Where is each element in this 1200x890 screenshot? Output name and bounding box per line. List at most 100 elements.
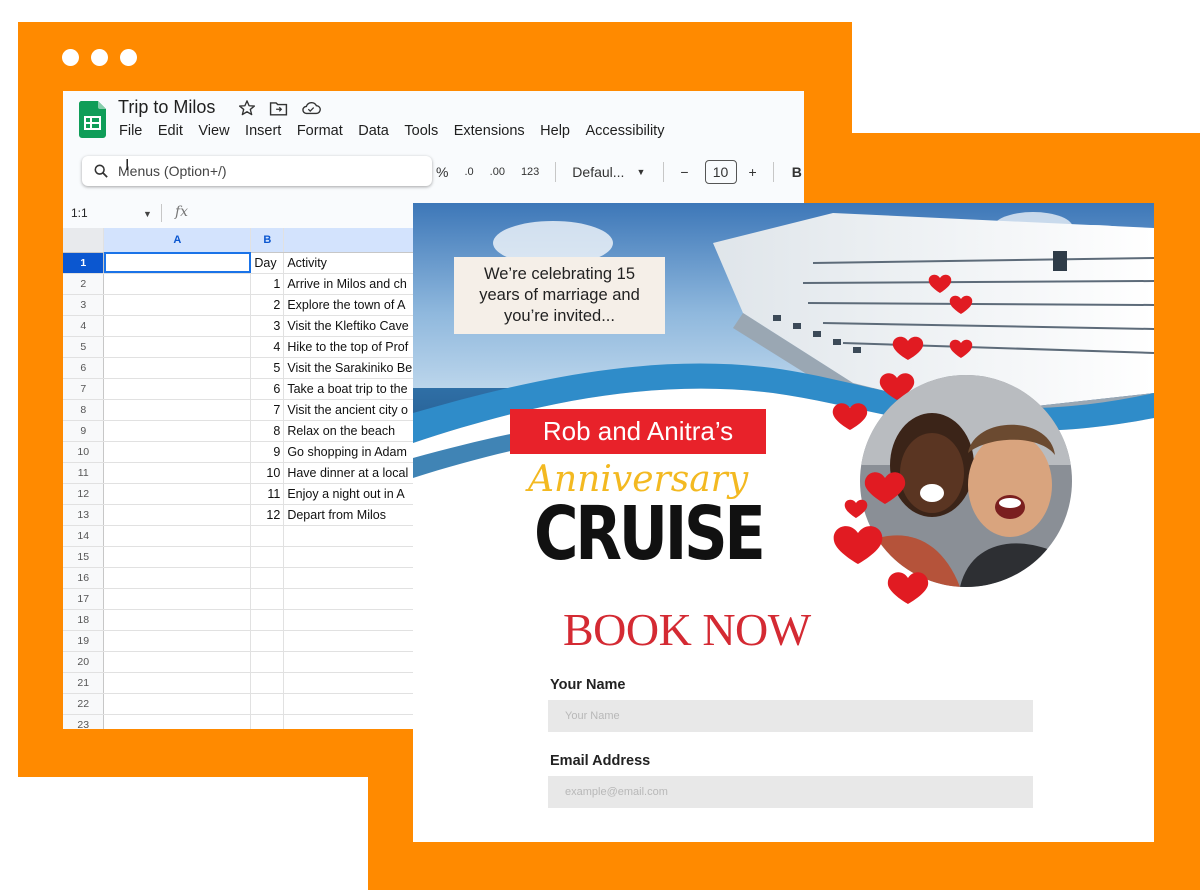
cell-a[interactable] [103, 441, 252, 463]
cell-a[interactable] [103, 651, 252, 673]
cell-a[interactable] [103, 504, 252, 526]
window-dot-3[interactable] [120, 49, 137, 66]
cloud-saved-icon[interactable] [301, 100, 321, 116]
decrease-font-size-button[interactable]: − [680, 164, 688, 180]
row-header[interactable]: 17 [63, 588, 105, 610]
cell-a[interactable] [103, 357, 252, 379]
menu-format[interactable]: Format [297, 123, 343, 139]
cell-a[interactable] [103, 693, 252, 715]
menu-accessibility[interactable]: Accessibility [586, 123, 665, 139]
column-header-b[interactable]: B [250, 228, 285, 253]
menu-tools[interactable]: Tools [404, 123, 438, 139]
cell-a[interactable] [103, 588, 252, 610]
cell-day[interactable] [250, 672, 285, 694]
menu-insert[interactable]: Insert [245, 123, 281, 139]
cell-day[interactable] [250, 693, 285, 715]
row-header[interactable]: 6 [63, 357, 105, 379]
cell-day[interactable]: 4 [250, 336, 285, 358]
document-title[interactable]: Trip to Milos [118, 97, 215, 118]
cell-day[interactable] [250, 651, 285, 673]
row-header[interactable]: 22 [63, 693, 105, 715]
cell-a[interactable] [103, 462, 252, 484]
menu-help[interactable]: Help [540, 123, 570, 139]
window-dot-1[interactable] [62, 49, 79, 66]
cell-day[interactable] [250, 714, 285, 729]
percent-format-button[interactable]: % [436, 164, 448, 180]
row-header[interactable]: 8 [63, 399, 105, 421]
font-size-input[interactable]: 10 [704, 160, 737, 184]
column-header-a[interactable]: A [103, 228, 252, 253]
increase-font-size-button[interactable]: + [749, 164, 757, 180]
increase-decimal-button[interactable]: .00 [490, 166, 505, 178]
row-header[interactable]: 11 [63, 462, 105, 484]
row-header[interactable]: 4 [63, 315, 105, 337]
cell-day[interactable] [250, 588, 285, 610]
caret-down-icon[interactable]: ▼ [143, 209, 152, 219]
row-header[interactable]: 14 [63, 525, 105, 547]
email-address-input[interactable] [548, 776, 1033, 808]
menu-search[interactable] [82, 156, 432, 186]
cell-day[interactable] [250, 546, 285, 568]
menu-view[interactable]: View [198, 123, 229, 139]
cell-a[interactable] [103, 399, 252, 421]
row-header[interactable]: 3 [63, 294, 105, 316]
search-input[interactable] [118, 160, 418, 182]
row-header[interactable]: 9 [63, 420, 105, 442]
row-header[interactable]: 21 [63, 672, 105, 694]
cell-a[interactable] [103, 609, 252, 631]
move-to-folder-icon[interactable] [269, 100, 288, 117]
cell-day[interactable]: 8 [250, 420, 285, 442]
your-name-input[interactable] [548, 700, 1033, 732]
cell-day[interactable] [250, 525, 285, 547]
sheets-logo-icon[interactable] [79, 101, 106, 138]
row-header[interactable]: 2 [63, 273, 105, 295]
cell-a[interactable] [103, 420, 252, 442]
number-format-button[interactable]: 123 [521, 166, 539, 178]
bold-button[interactable]: B [792, 164, 802, 180]
cell-a[interactable] [103, 378, 252, 400]
cell-day[interactable]: 10 [250, 462, 285, 484]
row-header[interactable]: 18 [63, 609, 105, 631]
window-dot-2[interactable] [91, 49, 108, 66]
row-header[interactable]: 16 [63, 567, 105, 589]
cell-day[interactable]: 12 [250, 504, 285, 526]
menu-edit[interactable]: Edit [158, 123, 183, 139]
row-header[interactable]: 20 [63, 651, 105, 673]
row-header[interactable]: 12 [63, 483, 105, 505]
cell-a[interactable] [103, 273, 252, 295]
cell-a[interactable] [103, 567, 252, 589]
row-header[interactable]: 1 [63, 252, 105, 274]
cell-a[interactable] [103, 546, 252, 568]
font-family-select[interactable]: Defaul... ▼ [572, 164, 645, 180]
cell-a[interactable] [103, 714, 252, 729]
cell-day[interactable]: 2 [250, 294, 285, 316]
cell-a[interactable] [103, 525, 252, 547]
star-icon[interactable] [238, 99, 256, 117]
cell-day[interactable] [250, 567, 285, 589]
cell-a[interactable] [103, 294, 252, 316]
select-all-corner[interactable] [63, 228, 105, 253]
menu-extensions[interactable]: Extensions [454, 123, 525, 139]
cell-a[interactable] [103, 336, 252, 358]
row-header[interactable]: 7 [63, 378, 105, 400]
row-header[interactable]: 10 [63, 441, 105, 463]
cell-a[interactable] [103, 252, 252, 274]
row-header[interactable]: 5 [63, 336, 105, 358]
cell-a[interactable] [103, 315, 252, 337]
cell-a[interactable] [103, 630, 252, 652]
menu-file[interactable]: File [119, 123, 142, 139]
name-box[interactable]: 1:1 [71, 206, 88, 220]
cell-day[interactable]: 3 [250, 315, 285, 337]
cell-day[interactable]: 11 [250, 483, 285, 505]
cell-a[interactable] [103, 483, 252, 505]
row-header[interactable]: 13 [63, 504, 105, 526]
cell-day[interactable]: 9 [250, 441, 285, 463]
menu-data[interactable]: Data [358, 123, 389, 139]
cell-day[interactable]: 7 [250, 399, 285, 421]
row-header[interactable]: 15 [63, 546, 105, 568]
cell-day[interactable]: Day [250, 252, 285, 274]
cell-day[interactable]: 6 [250, 378, 285, 400]
row-header[interactable]: 19 [63, 630, 105, 652]
cell-day[interactable]: 5 [250, 357, 285, 379]
cell-day[interactable]: 1 [250, 273, 285, 295]
